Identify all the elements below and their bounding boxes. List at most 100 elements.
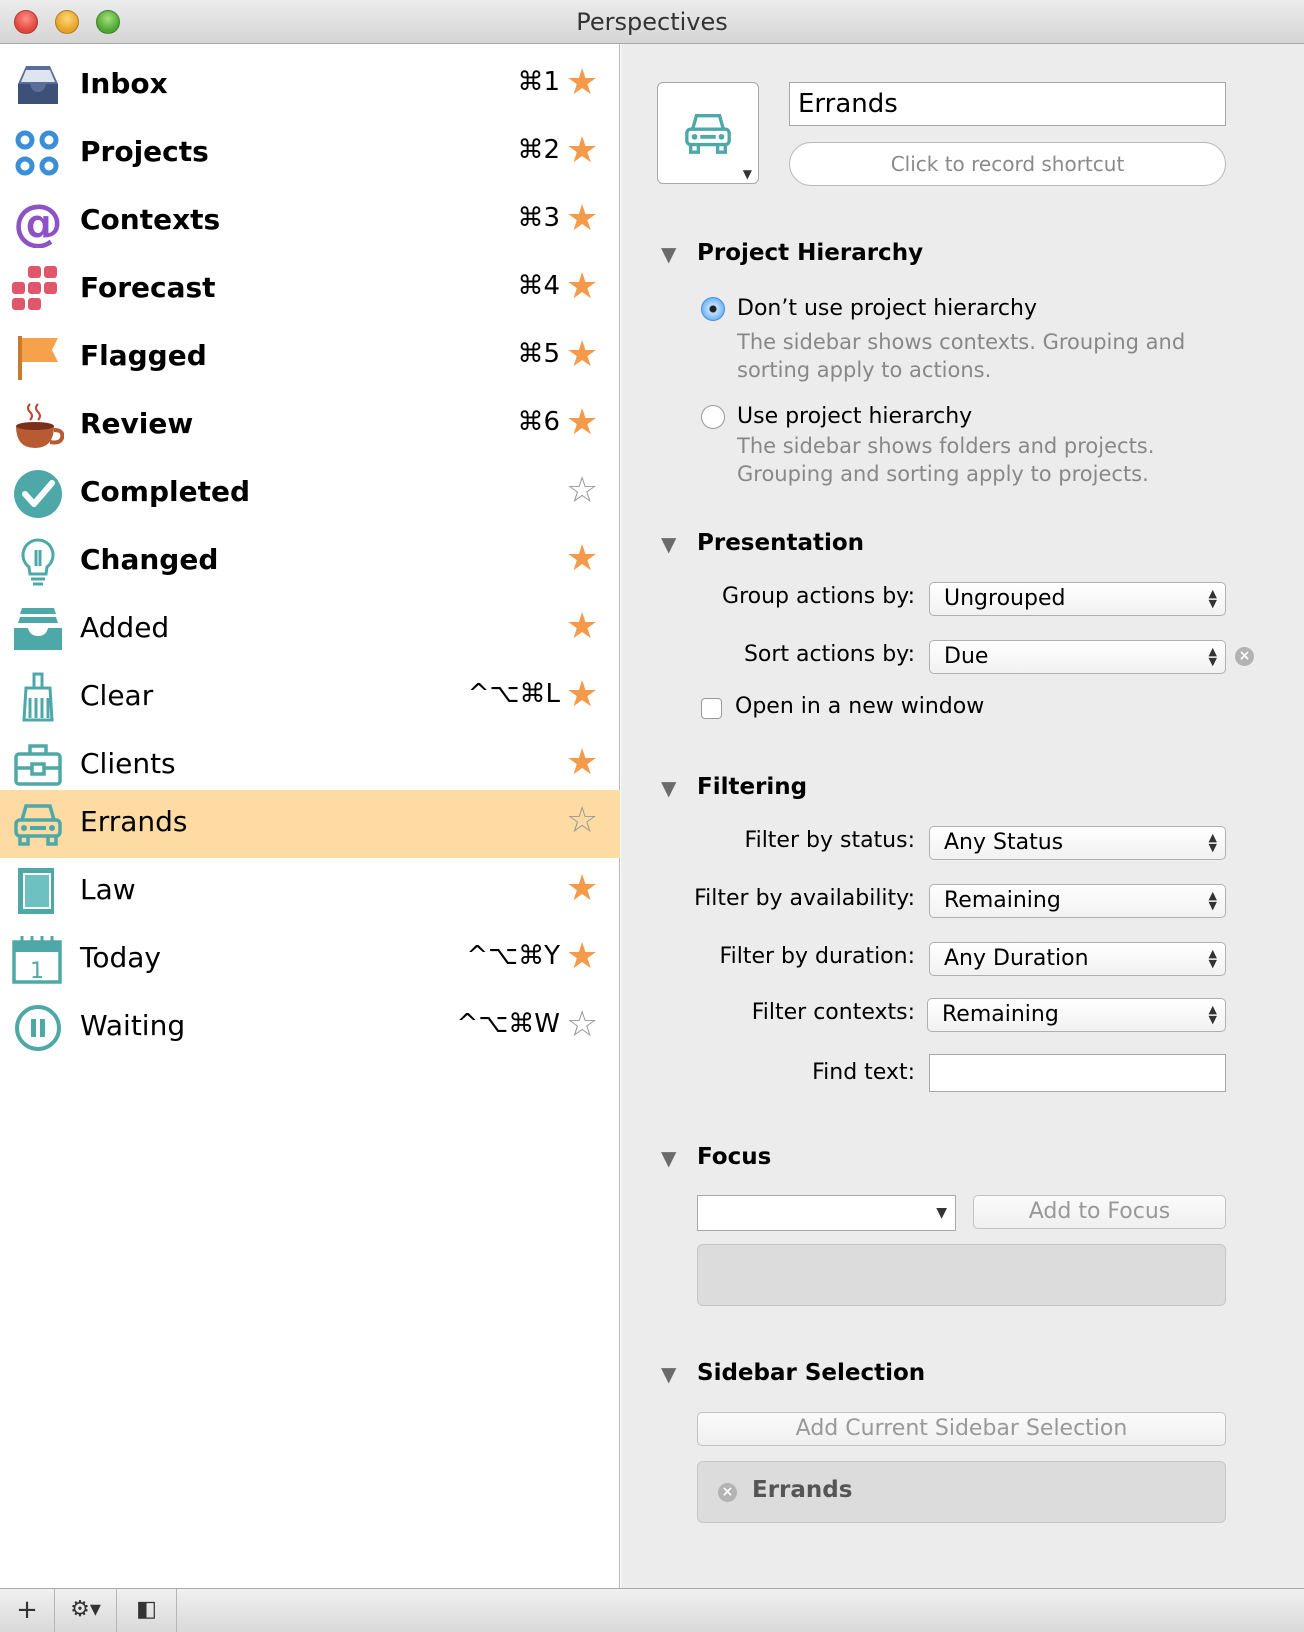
car-icon xyxy=(12,798,64,850)
disclosure-triangle-icon[interactable]: ▼ xyxy=(661,532,676,556)
gear-menu-icon[interactable]: ⚙▾ xyxy=(55,1589,117,1632)
shortcut-label: ⌘4 xyxy=(517,271,560,301)
star-icon[interactable]: ★ xyxy=(566,336,598,374)
disclosure-triangle-icon[interactable]: ▼ xyxy=(661,242,676,266)
filter-status-popup[interactable]: Any Status ▲ ▼ xyxy=(929,826,1226,860)
sidebar-item-label: Forecast xyxy=(80,271,216,304)
sidebar-item-projects[interactable]: Projects ⌘2 ★ xyxy=(0,120,620,188)
star-icon[interactable]: ★ xyxy=(566,64,598,102)
star-icon[interactable]: ★ xyxy=(566,938,598,976)
group-actions-popup[interactable]: Ungrouped ▲ ▼ xyxy=(929,582,1226,616)
sidebar-item-clear[interactable]: Clear ^⌥⌘L ★ xyxy=(0,664,620,732)
remove-item-icon[interactable]: × xyxy=(718,1483,737,1502)
popup-value: Any Duration xyxy=(944,946,1089,971)
star-icon[interactable]: ★ xyxy=(566,608,598,646)
add-perspective-icon[interactable]: + xyxy=(0,1589,55,1632)
star-icon[interactable]: ★ xyxy=(566,676,598,714)
star-icon[interactable]: ★ xyxy=(566,744,598,782)
sidebar-item-review[interactable]: Review ⌘6 ★ xyxy=(0,392,620,460)
filter-status-label: Filter by status: xyxy=(744,828,915,853)
checkbox-label: Open in a new window xyxy=(735,694,985,719)
popup-value: Remaining xyxy=(944,888,1061,913)
sidebar-item-flagged[interactable]: Flagged ⌘5 ★ xyxy=(0,324,620,392)
add-to-focus-button[interactable]: Add to Focus xyxy=(973,1195,1226,1229)
coffee-cup-icon xyxy=(12,400,65,452)
sidebar-item-contexts[interactable]: @ Contexts ⌘3 ★ xyxy=(0,188,620,256)
up-down-arrows-icon: ▲ ▼ xyxy=(1208,645,1217,668)
disclosure-triangle-icon[interactable]: ▼ xyxy=(661,1146,676,1170)
focus-combo-box[interactable]: ▼ xyxy=(697,1195,956,1231)
stacked-trays-icon xyxy=(12,604,64,656)
find-text-label: Find text: xyxy=(812,1060,915,1085)
star-icon[interactable]: ★ xyxy=(566,404,598,442)
sidebar-item-changed[interactable]: Changed ★ xyxy=(0,528,620,596)
popup-value: Remaining xyxy=(942,1002,1059,1027)
filter-duration-popup[interactable]: Any Duration ▲ ▼ xyxy=(929,942,1226,976)
star-outline-icon[interactable]: ☆ xyxy=(566,802,598,840)
description-text: sorting apply to actions. xyxy=(737,358,992,382)
car-icon xyxy=(685,114,731,154)
popup-value: Ungrouped xyxy=(944,586,1066,611)
radio-use-hierarchy[interactable] xyxy=(701,405,725,429)
window-title: Perspectives xyxy=(576,8,728,36)
sidebar-item-label: Added xyxy=(80,611,170,644)
sidebar-item-label: Review xyxy=(80,407,194,440)
shortcut-label: ^⌥⌘W xyxy=(456,1009,560,1039)
star-icon[interactable]: ★ xyxy=(566,132,598,170)
sidebar-item-added[interactable]: Added ★ xyxy=(0,596,620,664)
section-title: Focus xyxy=(697,1144,772,1170)
up-down-arrows-icon: ▲ ▼ xyxy=(1208,587,1217,610)
star-outline-icon[interactable]: ☆ xyxy=(566,472,598,510)
filter-availability-popup[interactable]: Remaining ▲ ▼ xyxy=(929,884,1226,918)
filter-availability-label: Filter by availability: xyxy=(694,886,915,911)
up-down-arrows-icon: ▲ ▼ xyxy=(1208,831,1217,854)
record-shortcut-button[interactable]: Click to record shortcut xyxy=(789,142,1226,186)
sidebar-item-label: Clear xyxy=(80,679,154,712)
shortcut-label: ^⌥⌘Y xyxy=(466,941,560,971)
sidebar-item-completed[interactable]: Completed ☆ xyxy=(0,460,620,528)
radio-dont-use-hierarchy[interactable] xyxy=(701,297,725,321)
open-new-window-checkbox[interactable] xyxy=(701,698,722,719)
flag-icon xyxy=(12,332,64,384)
star-icon[interactable]: ★ xyxy=(566,200,598,238)
sidebar-item-law[interactable]: Law ★ xyxy=(0,858,620,926)
up-down-arrows-icon: ▲ ▼ xyxy=(1208,947,1217,970)
icon-picker-button[interactable]: ▼ xyxy=(657,82,759,184)
shortcut-label: ⌘3 xyxy=(517,203,560,233)
sort-actions-popup[interactable]: Due ▲ ▼ xyxy=(929,640,1226,674)
find-text-field[interactable] xyxy=(929,1054,1226,1092)
star-icon[interactable]: ★ xyxy=(566,540,598,578)
svg-text:@: @ xyxy=(13,196,63,248)
sidebar-item-label: Clients xyxy=(80,747,176,780)
add-sidebar-selection-button[interactable]: Add Current Sidebar Selection xyxy=(697,1412,1226,1446)
sidebar-item-waiting[interactable]: Waiting ^⌥⌘W ☆ xyxy=(0,994,620,1062)
section-title: Presentation xyxy=(697,530,865,556)
star-icon[interactable]: ★ xyxy=(566,268,598,306)
disclosure-triangle-icon[interactable]: ▼ xyxy=(661,1362,676,1386)
filter-contexts-popup[interactable]: Remaining ▲ ▼ xyxy=(927,998,1226,1032)
group-actions-label: Group actions by: xyxy=(722,584,915,609)
radio-label: Don’t use project hierarchy xyxy=(737,296,1037,321)
radio-label: Use project hierarchy xyxy=(737,404,973,429)
star-icon[interactable]: ★ xyxy=(566,870,598,908)
up-down-arrows-icon: ▲ ▼ xyxy=(1208,1003,1217,1026)
sidebar-item-forecast[interactable]: Forecast ⌘4 ★ xyxy=(0,256,620,324)
lightbulb-icon xyxy=(12,536,64,588)
clear-sort-icon[interactable]: × xyxy=(1235,647,1254,666)
svg-text:1: 1 xyxy=(30,959,44,984)
contexts-at-icon: @ xyxy=(12,194,64,252)
shortcut-label: ⌘5 xyxy=(517,339,560,369)
sort-actions-label: Sort actions by: xyxy=(743,642,915,667)
star-outline-icon[interactable]: ☆ xyxy=(566,1006,598,1044)
toggle-inspector-icon[interactable]: ◧ xyxy=(117,1589,177,1632)
disclosure-triangle-icon[interactable]: ▼ xyxy=(661,776,676,800)
sidebar-item-inbox[interactable]: Inbox ⌘1 ★ xyxy=(0,52,620,120)
perspective-name-field[interactable]: Errands xyxy=(789,82,1226,126)
sidebar-item-label: Today xyxy=(80,941,161,974)
sidebar-item-errands[interactable]: Errands ☆ xyxy=(0,790,620,858)
projects-icon xyxy=(12,128,64,180)
focus-list xyxy=(697,1244,1226,1306)
shortcut-label: ⌘2 xyxy=(517,135,560,165)
description-text: The sidebar shows folders and projects. xyxy=(737,434,1155,458)
sidebar-item-today[interactable]: 1 Today ^⌥⌘Y ★ xyxy=(0,926,620,994)
